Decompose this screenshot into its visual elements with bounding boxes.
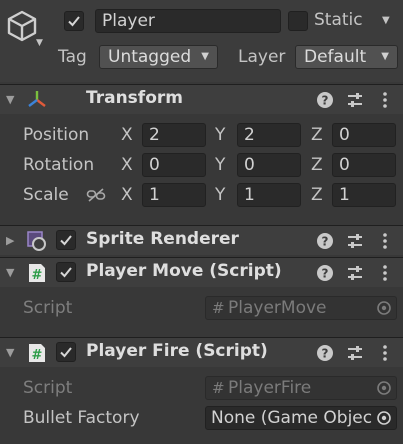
transform-header[interactable]: ▼ Transform ? [0,84,403,114]
rotation-label[interactable]: Rotation [23,155,94,175]
presets-icon[interactable] [346,91,364,109]
position-z-label[interactable]: Z [311,125,323,145]
position-x-input[interactable]: 2 [142,123,206,147]
csharp-script-icon: # [212,299,225,317]
layer-value: Default [304,47,367,67]
player-fire-script-field: # PlayerFire [205,376,397,400]
layer-dropdown[interactable]: Default ▼ [295,45,398,69]
kebab-menu-icon[interactable] [376,264,394,282]
gameobject-header: ▼ Player Static ▼ Tag Untagged ▼ Layer D… [0,0,403,82]
static-dropdown-arrow-icon[interactable]: ▼ [382,15,390,26]
scale-y-label[interactable]: Y [215,185,225,205]
rotation-x-label[interactable]: X [121,155,133,175]
help-icon[interactable]: ? [316,91,334,109]
svg-text:?: ? [322,267,329,281]
bullet-factory-label[interactable]: Bullet Factory [23,408,140,428]
presets-icon[interactable] [346,344,364,362]
chevron-down-icon[interactable]: ▼ [36,38,43,48]
sprite-renderer-enabled-checkbox[interactable] [56,230,76,250]
csharp-script-icon: # [29,264,45,283]
rotation-z-input[interactable]: 0 [332,153,396,177]
tag-label: Tag [58,47,87,67]
svg-text:?: ? [322,235,329,249]
rotation-y-label[interactable]: Y [215,155,225,175]
rotation-y-input[interactable]: 0 [237,153,301,177]
csharp-script-icon: # [29,344,45,363]
player-move-script-value: PlayerMove [228,298,327,318]
scale-x-input[interactable]: 1 [142,183,206,207]
player-move-script-label: Script [23,298,73,318]
inspector-panel: ▼ Player Static ▼ Tag Untagged ▼ Layer D… [0,0,403,444]
checkmark-icon [60,235,72,246]
rotation-z-label[interactable]: Z [311,155,323,175]
checkmark-icon [68,16,80,27]
help-icon[interactable]: ? [316,232,334,250]
checkmark-icon [60,267,72,278]
bullet-factory-value: None (Game Object) [211,408,372,428]
sprite-renderer-icon [27,231,46,251]
position-label[interactable]: Position [23,125,89,145]
rotation-x-input[interactable]: 0 [142,153,206,177]
checkmark-icon [60,347,72,358]
object-picker-icon [377,301,391,315]
player-fire-script-value: PlayerFire [228,378,312,398]
transform-title: Transform [86,88,183,108]
chevron-down-icon: ▼ [201,51,209,62]
cube-icon[interactable] [4,8,40,44]
sprite-renderer-header[interactable]: ▶ Sprite Renderer ? [0,225,403,255]
static-label: Static [314,10,363,30]
foldout-expanded-icon[interactable]: ▼ [6,346,14,359]
foldout-expanded-icon[interactable]: ▼ [6,93,14,106]
help-icon[interactable]: ? [316,344,334,362]
player-fire-title: Player Fire (Script) [86,341,268,361]
active-checkbox[interactable] [64,11,84,31]
presets-icon[interactable] [346,264,364,282]
constrain-proportions-icon[interactable] [86,187,106,203]
position-y-input[interactable]: 2 [237,123,301,147]
position-y-label[interactable]: Y [215,125,225,145]
svg-text:?: ? [322,94,329,108]
scale-label[interactable]: Scale [23,185,69,205]
player-move-script-field: # PlayerMove [205,296,397,320]
scale-z-input[interactable]: 1 [332,183,396,207]
tag-dropdown[interactable]: Untagged ▼ [99,45,218,69]
foldout-collapsed-icon[interactable]: ▶ [6,234,14,247]
csharp-script-icon: # [212,379,225,397]
svg-text:?: ? [322,347,329,361]
bullet-factory-field[interactable]: None (Game Object) [205,406,397,430]
svg-text:#: # [32,268,43,283]
position-z-input[interactable]: 0 [332,123,396,147]
foldout-expanded-icon[interactable]: ▼ [6,266,14,279]
player-fire-enabled-checkbox[interactable] [56,342,76,362]
svg-text:#: # [32,348,43,363]
kebab-menu-icon[interactable] [376,232,394,250]
tag-value: Untagged [108,47,192,67]
player-fire-header[interactable]: ▼ # Player Fire (Script) ? [0,337,403,367]
player-fire-script-label: Script [23,378,73,398]
scale-y-input[interactable]: 1 [237,183,301,207]
kebab-menu-icon[interactable] [376,344,394,362]
object-picker-icon [377,381,391,395]
sprite-renderer-title: Sprite Renderer [86,229,239,249]
player-move-title: Player Move (Script) [86,261,282,281]
player-move-header[interactable]: ▼ # Player Move (Script) ? [0,257,403,287]
gameobject-name-input[interactable]: Player [95,9,281,33]
layer-label: Layer [238,47,286,67]
help-icon[interactable]: ? [316,264,334,282]
presets-icon[interactable] [346,232,364,250]
scale-z-label[interactable]: Z [311,185,323,205]
object-picker-icon[interactable] [376,410,392,426]
position-x-label[interactable]: X [121,125,133,145]
static-checkbox[interactable] [288,11,308,31]
kebab-menu-icon[interactable] [376,91,394,109]
scale-x-label[interactable]: X [121,185,133,205]
player-move-enabled-checkbox[interactable] [56,262,76,282]
chevron-down-icon: ▼ [381,51,389,62]
transform-axes-icon [28,91,46,107]
